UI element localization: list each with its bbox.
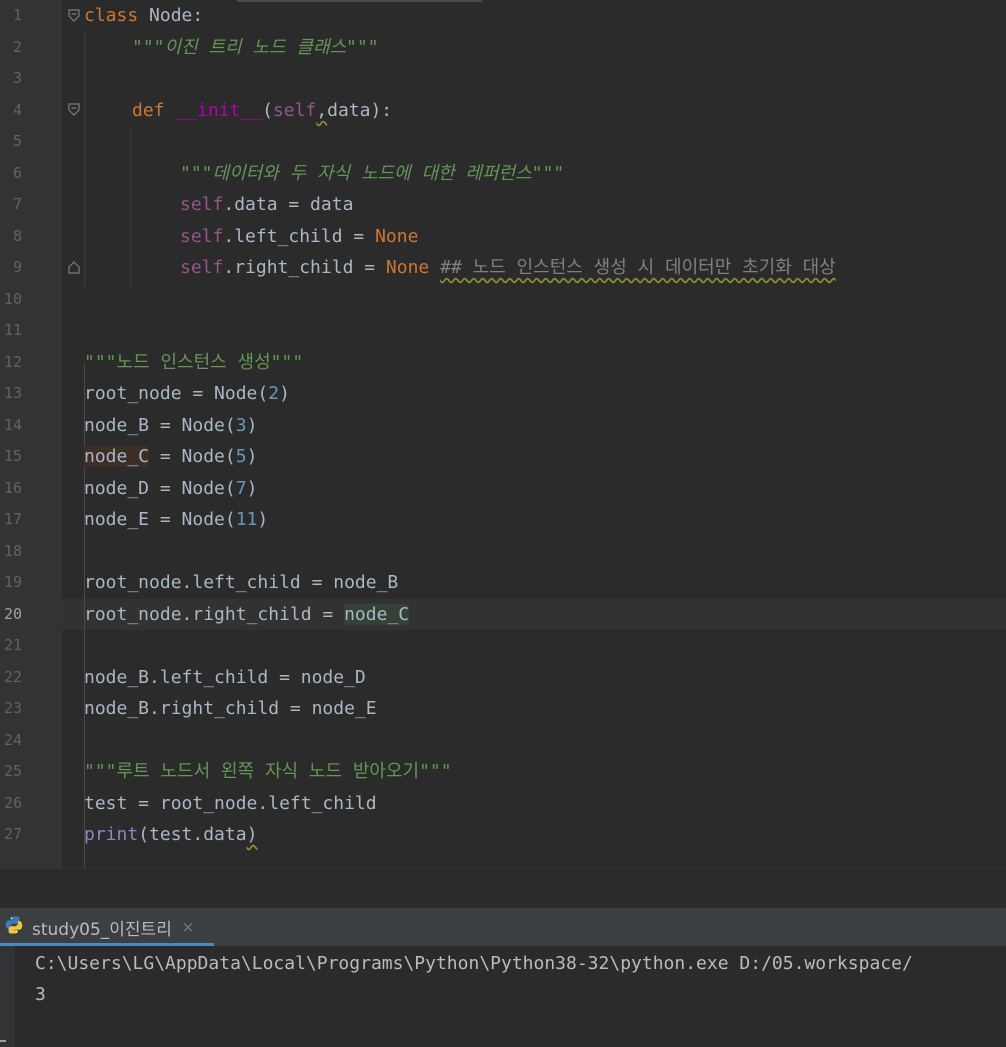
builtin-function: print: [84, 824, 139, 845]
number-literal: 11: [235, 509, 258, 530]
run-tab[interactable]: study05_이진트리 ×: [0, 908, 214, 946]
editor-bottom-spacer: [0, 868, 1006, 909]
line-number[interactable]: 26: [0, 788, 22, 819]
number-literal: 5: [235, 446, 247, 467]
line-number[interactable]: 15: [0, 441, 22, 472]
line-number[interactable]: 18: [0, 536, 22, 567]
docstring: """데이터와 두 자식 노드에 대한 레퍼런스""": [180, 163, 565, 184]
self-keyword: self: [180, 226, 224, 247]
highlighted-identifier: node_C: [344, 604, 410, 625]
code-line[interactable]: self.right_child = None ## 노드 인스턴스 생성 시 …: [180, 252, 836, 283]
line-number[interactable]: 21: [0, 630, 22, 661]
run-tool-window-tabs: study05_이진트리 ×: [0, 908, 1006, 946]
self-keyword: self: [180, 194, 224, 215]
code-line-current[interactable]: root_node.right_child = node_C: [84, 599, 410, 630]
none-keyword: None: [385, 257, 430, 278]
console-command-line: C:\Users\LG\AppData\Local\Programs\Pytho…: [35, 953, 913, 974]
line-number[interactable]: 27: [0, 819, 22, 850]
code-editor[interactable]: 1 2 3 4 5 6 7 8 9 10 11 12 13 14 15 16 17 18 19 20 21 22 23 24 2…: [0, 0, 1006, 868]
code-line[interactable]: class Node:: [84, 0, 203, 31]
line-number[interactable]: 23: [0, 693, 22, 724]
code-line[interactable]: """루트 노드서 왼쪽 자식 노드 받아오기""": [84, 756, 452, 787]
none-keyword: None: [375, 226, 419, 247]
line-number[interactable]: 10: [0, 284, 22, 315]
line-number[interactable]: 3: [0, 63, 22, 94]
number-literal: 7: [235, 478, 247, 499]
docstring: """노드 인스턴스 생성""": [84, 352, 304, 373]
python-icon: [4, 915, 24, 939]
line-number[interactable]: 2: [0, 32, 22, 63]
code-line[interactable]: node_D = Node(7): [84, 473, 257, 504]
code-line[interactable]: node_C = Node(5): [84, 441, 257, 472]
console-toolbar: [0, 946, 15, 1047]
code-line[interactable]: node_B.right_child = node_E: [84, 693, 377, 724]
self-keyword: self: [180, 257, 224, 278]
code-line[interactable]: node_B = Node(3): [84, 410, 257, 441]
close-icon[interactable]: ×: [182, 918, 195, 936]
code-line[interactable]: node_E = Node(11): [84, 504, 268, 535]
indent-guide: [130, 126, 131, 286]
editor-scroll-indicator: [237, 0, 482, 2]
keyword: class: [84, 5, 139, 26]
code-line[interactable]: """노드 인스턴스 생성""": [84, 347, 303, 378]
fold-end-marker-icon[interactable]: [68, 261, 80, 274]
docstring: """이진 트리 노드 클래스""": [132, 37, 379, 58]
number-literal: 2: [268, 383, 280, 404]
console-output-line: 3: [35, 984, 46, 1005]
line-number[interactable]: 14: [0, 410, 22, 441]
line-number[interactable]: 11: [0, 315, 22, 346]
warning-underline: ,: [316, 100, 328, 121]
indent-guide: [84, 31, 85, 287]
code-line[interactable]: """이진 트리 노드 클래스""": [132, 32, 379, 63]
code-line[interactable]: root_node.left_child = node_B: [84, 567, 398, 598]
code-line[interactable]: root_node = Node(2): [84, 378, 290, 409]
line-number[interactable]: 9: [0, 252, 22, 283]
code-line[interactable]: """데이터와 두 자식 노드에 대한 레퍼런스""": [180, 158, 564, 189]
run-console[interactable]: C:\Users\LG\AppData\Local\Programs\Pytho…: [0, 946, 1006, 1047]
line-number[interactable]: 16: [0, 473, 22, 504]
line-number[interactable]: 20: [0, 599, 22, 630]
line-number[interactable]: 17: [0, 504, 22, 535]
line-number[interactable]: 12: [0, 347, 22, 378]
line-number[interactable]: 6: [0, 158, 22, 189]
code-line[interactable]: self.left_child = None: [180, 221, 418, 252]
warning-underline: ): [246, 824, 258, 845]
code-line[interactable]: def __init__(self,data):: [132, 95, 392, 126]
line-number[interactable]: 19: [0, 567, 22, 598]
keyword: def: [132, 100, 165, 121]
line-number[interactable]: 13: [0, 378, 22, 409]
code-line[interactable]: test = root_node.left_child: [84, 788, 377, 819]
self-keyword: self: [272, 100, 317, 121]
function-name: __init__: [175, 100, 263, 121]
fold-marker-icon[interactable]: [68, 9, 80, 22]
fold-marker-icon[interactable]: [68, 103, 80, 116]
docstring: """루트 노드서 왼쪽 자식 노드 받아오기""": [84, 761, 452, 782]
number-literal: 3: [235, 415, 247, 436]
line-number[interactable]: 22: [0, 662, 22, 693]
console-side-marker: [0, 1040, 6, 1042]
comment: ## 노드 인스턴스 생성 시 데이터만 초기화 대상: [440, 257, 836, 278]
code-line[interactable]: self.data = data: [180, 189, 353, 220]
highlighted-identifier: node_C: [84, 446, 150, 467]
line-number[interactable]: 7: [0, 189, 22, 220]
line-number[interactable]: 5: [0, 126, 22, 157]
line-number[interactable]: 24: [0, 725, 22, 756]
run-tab-label: study05_이진트리: [32, 919, 172, 940]
line-number[interactable]: 1: [0, 0, 22, 31]
code-line[interactable]: print(test.data): [84, 819, 257, 850]
line-number[interactable]: 25: [0, 756, 22, 787]
line-number[interactable]: 4: [0, 95, 22, 126]
line-number[interactable]: 8: [0, 221, 22, 252]
code-line[interactable]: node_B.left_child = node_D: [84, 662, 366, 693]
